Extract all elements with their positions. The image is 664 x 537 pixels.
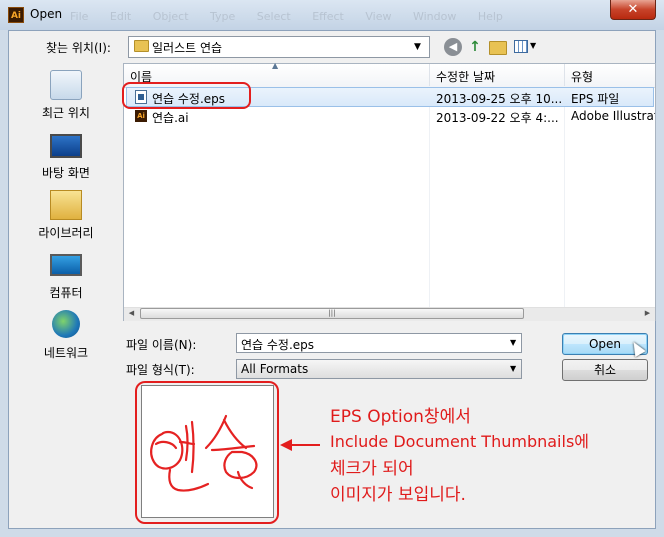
annotation-line: Include Document Thumbnails에: [330, 432, 589, 451]
preview-highlight: [135, 381, 279, 524]
place-label: 라이브러리: [38, 226, 94, 240]
annotation-line: EPS Option창에서: [330, 407, 471, 427]
annotation-line: 체크가 되어: [330, 459, 414, 479]
file-type-cell: Adobe Illustrat: [571, 109, 655, 123]
look-in-label: 찾는 위치(I):: [46, 41, 111, 55]
filename-input[interactable]: 연습 수정.eps: [236, 333, 522, 353]
scroll-left-icon[interactable]: ◀: [124, 307, 139, 320]
place-label: 네트워크: [43, 346, 89, 360]
background-menu-bar: File Edit Object Type Select Effect View…: [70, 10, 503, 23]
view-menu-chevron-icon[interactable]: ▼: [530, 41, 536, 50]
folder-icon: [134, 40, 149, 52]
cancel-button[interactable]: 취소: [562, 359, 648, 381]
sort-ascending-icon: ▲: [272, 61, 279, 70]
window-title: Open: [30, 7, 63, 21]
chevron-down-icon[interactable]: ▼: [414, 42, 421, 52]
libraries-icon: [50, 190, 82, 220]
column-header-type[interactable]: 유형: [571, 68, 593, 85]
filetype-select[interactable]: All Formats: [236, 359, 522, 379]
place-label: 바탕 화면: [42, 166, 90, 180]
column-header-modified[interactable]: 수정한 날짜: [436, 68, 495, 85]
view-menu-icon[interactable]: [514, 40, 528, 53]
file-type-cell: EPS 파일: [571, 92, 620, 106]
place-label: 최근 위치: [42, 106, 90, 120]
place-label: 컴퓨터: [49, 286, 83, 300]
scrollbar-thumb[interactable]: |||: [140, 308, 524, 319]
file-modified-cell: 2013-09-25 오후 10...: [436, 92, 563, 106]
selected-file-highlight: [122, 82, 251, 109]
annotation-line: 이미지가 보입니다.: [330, 485, 466, 505]
up-folder-icon[interactable]: ↑: [466, 38, 484, 56]
filename-label: 파일 이름(N):: [126, 338, 197, 352]
network-icon: [52, 310, 80, 338]
file-name-cell[interactable]: 연습.ai: [152, 109, 189, 126]
ai-file-icon: Ai: [135, 110, 147, 122]
back-arrow-icon[interactable]: ◀: [444, 38, 462, 56]
computer-icon: [50, 254, 82, 276]
look-in-value: 일러스트 연습: [152, 41, 223, 55]
illustrator-app-icon: Ai: [8, 7, 24, 23]
scroll-right-icon[interactable]: ▶: [640, 307, 655, 320]
desktop-icon: [50, 134, 82, 158]
file-modified-cell: 2013-09-22 오후 4:...: [436, 111, 559, 125]
chevron-down-icon[interactable]: ▼: [510, 338, 516, 347]
column-divider[interactable]: [429, 64, 430, 86]
filetype-label: 파일 형식(T):: [126, 363, 195, 377]
close-window-button[interactable]: ✕: [610, 0, 656, 20]
column-divider[interactable]: [564, 64, 565, 86]
recent-places-icon: [50, 70, 82, 100]
new-folder-icon[interactable]: [489, 41, 507, 55]
chevron-down-icon[interactable]: ▼: [510, 364, 516, 373]
callout-arrow-icon: [280, 439, 320, 451]
